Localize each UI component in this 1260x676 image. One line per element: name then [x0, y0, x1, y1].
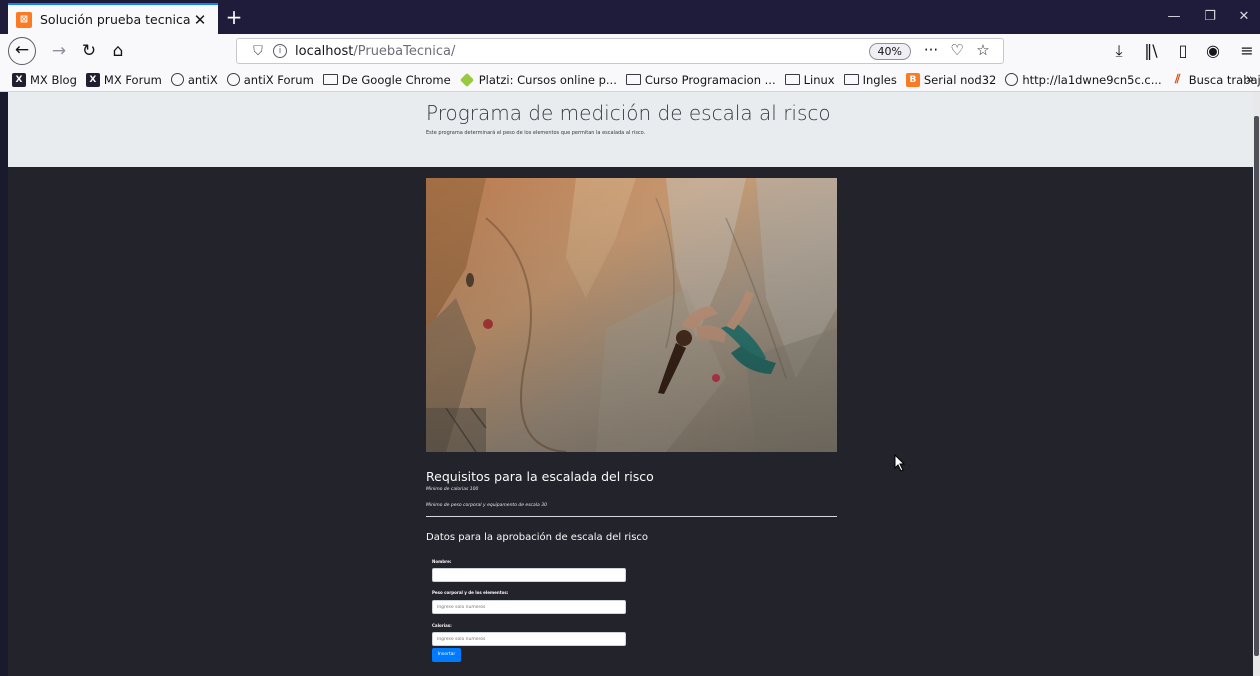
bookmark-mx-forum[interactable]: X MX Forum	[85, 72, 162, 87]
browser-tab-active[interactable]: ⊠ Solución prueba tecnica ✕	[8, 3, 218, 34]
insert-button[interactable]: Insertar	[432, 648, 461, 662]
account-icon[interactable]: ◉	[1200, 38, 1226, 64]
stack-icon: ⫽	[1175, 72, 1181, 86]
page-actions-icon[interactable]: ···	[921, 41, 941, 59]
bookmark-url[interactable]: http://la1dwne9cn5c.c...	[1005, 72, 1162, 87]
folder-icon	[322, 74, 338, 85]
url-bar[interactable]: ⛉ i localhost/PruebaTecnica/ 40% ··· ♡ ☆	[236, 38, 1004, 64]
folder-icon	[843, 74, 859, 85]
globe-icon	[226, 73, 240, 86]
site-info-icon[interactable]: i	[273, 44, 287, 58]
requirement-calories: Minimo de calorias 100	[426, 487, 479, 492]
new-tab-button[interactable]: +	[222, 4, 246, 30]
blogger-icon: B	[905, 72, 920, 87]
page-lead: Este programa determinará el peso de los…	[426, 130, 646, 136]
climbing-photo	[426, 178, 837, 452]
bookmark-label: Linux	[803, 72, 835, 87]
window-edge	[0, 92, 8, 676]
window-close-icon[interactable]: ✕	[1233, 6, 1255, 28]
home-icon[interactable]: ⌂	[105, 38, 131, 64]
bookmark-folder-google-chrome[interactable]: De Google Chrome	[322, 72, 451, 87]
url-path: /PruebaTecnica/	[353, 43, 456, 59]
url-host: localhost	[295, 43, 354, 59]
calories-label: Calorias:	[432, 623, 452, 628]
bookmark-antix-forum[interactable]: antiX Forum	[226, 72, 314, 87]
section-divider	[426, 516, 837, 517]
name-field[interactable]	[432, 568, 626, 582]
weight-field[interactable]	[432, 600, 626, 614]
browser-navbar: ← → ↻ ⌂ ⛉ i localhost/PruebaTecnica/ 40%…	[0, 34, 1260, 68]
bookmark-folder-linux[interactable]: Linux	[784, 72, 835, 87]
bookmark-label: antiX Forum	[243, 72, 314, 87]
globe-icon	[1005, 73, 1019, 86]
bookmarks-toolbar: X MX Blog X MX Forum antiX antiX Forum De …	[0, 68, 1260, 92]
mx-icon: X	[12, 72, 26, 87]
tracking-shield-icon[interactable]: ⛉	[247, 44, 269, 59]
reload-icon[interactable]: ↻	[76, 38, 102, 64]
globe-icon	[170, 73, 184, 86]
bookmark-label: http://la1dwne9cn5c.c...	[1022, 72, 1162, 87]
weight-label: Peso corporal y de los elementos:	[432, 590, 509, 595]
bookmark-platzi[interactable]: Platzi: Cursos online p...	[459, 72, 617, 87]
platzi-icon	[459, 72, 474, 87]
form-title: Datos para la aprobación de escala del r…	[426, 532, 649, 543]
folder-icon	[625, 74, 641, 85]
bookmark-mx-blog[interactable]: X MX Blog	[12, 72, 77, 87]
requirement-weight: Minimo de peso corporal y equipamento de…	[426, 503, 547, 508]
mx-icon: X	[85, 72, 100, 87]
restore-icon[interactable]: ❐	[1199, 6, 1221, 28]
bookmark-antix[interactable]: antiX	[170, 72, 218, 87]
bookmark-label: De Google Chrome	[341, 72, 451, 87]
bookmark-label: MX Forum	[103, 72, 162, 87]
bookmark-folder-curso[interactable]: Curso Programacion ...	[625, 72, 776, 87]
forward-arrow-icon[interactable]: →	[46, 38, 72, 64]
menu-icon[interactable]: ≡	[1234, 38, 1260, 64]
bookmark-label: Ingles	[862, 72, 897, 87]
zoom-level-button[interactable]: 40%	[868, 43, 911, 60]
sidebar-icon[interactable]: ▯	[1170, 38, 1196, 64]
bookmark-star-icon[interactable]: ☆	[973, 41, 993, 59]
folder-icon	[784, 74, 800, 85]
bookmark-label: MX Blog	[30, 72, 77, 87]
library-icon[interactable]: ‖\	[1138, 38, 1164, 64]
scrollbar-thumb[interactable]	[1254, 116, 1259, 656]
page-scrollbar[interactable]	[1253, 92, 1260, 676]
bookmark-folder-ingles[interactable]: Ingles	[843, 72, 897, 87]
bookmarks-overflow-icon[interactable]: »	[1246, 72, 1254, 87]
mouse-cursor-icon	[894, 454, 906, 472]
page-header: Programa de medición de escala al risco …	[8, 92, 1253, 167]
name-label: Nombre:	[432, 559, 452, 564]
bookmark-label: Serial nod32	[923, 72, 997, 87]
bookmark-label: antiX	[187, 72, 218, 87]
requirements-title: Requisitos para la escalada del risco	[426, 469, 654, 484]
page-title: Programa de medición de escala al risco	[426, 101, 831, 125]
tab-title: Solución prueba tecnica	[40, 12, 191, 27]
page-viewport: Programa de medición de escala al risco …	[8, 92, 1253, 676]
bookmark-label: Curso Programacion ...	[644, 72, 776, 87]
bookmark-serial-nod32[interactable]: B Serial nod32	[905, 72, 997, 87]
pocket-icon[interactable]: ♡	[947, 41, 967, 59]
minimize-icon[interactable]: —	[1163, 6, 1185, 28]
browser-titlebar: ⊠ Solución prueba tecnica ✕ + — ❐ ✕	[0, 0, 1260, 34]
calories-field[interactable]	[432, 632, 626, 646]
downloads-icon[interactable]: ⤓	[1106, 38, 1132, 64]
tab-close-icon[interactable]: ✕	[192, 11, 208, 29]
xampp-icon: ⊠	[16, 11, 32, 28]
bookmark-label: Platzi: Cursos online p...	[478, 72, 617, 87]
back-arrow-icon[interactable]: ←	[8, 37, 36, 65]
